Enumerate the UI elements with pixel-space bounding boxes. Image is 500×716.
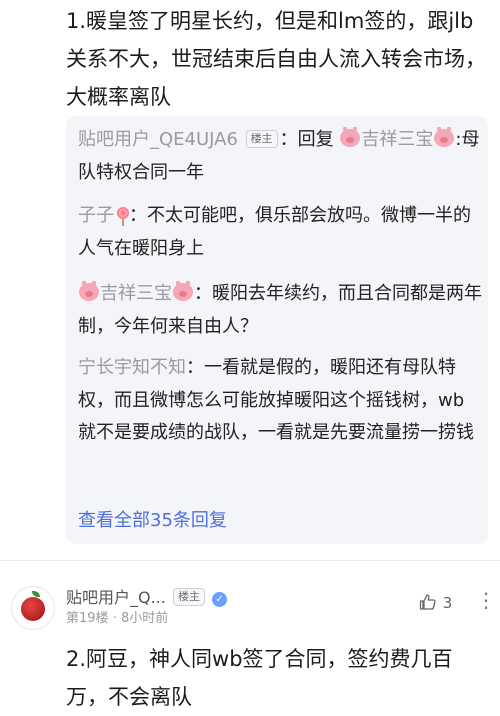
divider bbox=[0, 560, 500, 561]
pig-emoji-icon bbox=[434, 127, 455, 147]
reply-username[interactable]: 子子 bbox=[78, 205, 114, 226]
reply-username[interactable]: 宁长宇知不知 bbox=[78, 357, 186, 378]
reply-item: 贴吧用户_QE4UJA6 楼主 ：回复 吉祥三宝:母队特权合同一年 bbox=[78, 124, 482, 189]
more-options-button[interactable]: ⋮ bbox=[476, 588, 496, 612]
reply-text: ：不太可能吧，俱乐部会放吗。微博一半的人气在暖阳身上 bbox=[78, 205, 471, 259]
pig-emoji-icon bbox=[173, 281, 193, 301]
reply-connector: ：回复 bbox=[279, 129, 334, 150]
reply-item: 子子 ：不太可能吧，俱乐部会放吗。微博一半的人气在暖阳身上 bbox=[78, 200, 482, 265]
verified-badge-icon: ✓ bbox=[212, 592, 228, 607]
comment-meta: 第19楼 · 8小时前 bbox=[66, 607, 168, 626]
avatar[interactable] bbox=[11, 586, 55, 630]
post-text: 1.暖皇签了明星长约，但是和lm签的，跟jlb关系不大，世冠结束后自由人流入转会… bbox=[66, 9, 486, 109]
reply-target-username[interactable]: 吉祥三宝 bbox=[361, 129, 433, 150]
lollipop-emoji-icon bbox=[117, 207, 129, 226]
reply-item: 宁长宇知不知：一看就是假的，暖阳还有母队特权，而且微博怎么可能放掉暖阳这个摇钱树… bbox=[78, 352, 482, 450]
pig-emoji-icon bbox=[79, 281, 99, 301]
comment-username[interactable]: 贴吧用户_Q... bbox=[66, 588, 166, 607]
post-time: 8小时前 bbox=[120, 611, 169, 626]
comment-text: 2.阿豆，神人同wb签了合同，签约费几百万，不会离队 bbox=[66, 647, 453, 709]
more-vertical-icon: ⋮ bbox=[476, 588, 496, 612]
view-all-replies-link[interactable]: 查看全部35条回复 bbox=[78, 506, 227, 532]
reply-item: 吉祥三宝 ：暖阳去年续约，而且合同都是两年制，今年何来自由人？ bbox=[78, 278, 482, 343]
like-button[interactable]: 3 bbox=[418, 592, 452, 612]
op-badge: 楼主 bbox=[245, 130, 278, 148]
reply-username[interactable]: 贴吧用户_QE4UJA6 bbox=[78, 129, 238, 150]
meta-separator: · bbox=[112, 611, 117, 626]
apple-avatar-image bbox=[21, 597, 45, 621]
comment-header: 贴吧用户_Q... 楼主 ✓ bbox=[66, 584, 228, 608]
reply-username[interactable]: 吉祥三宝 bbox=[100, 283, 172, 304]
floor-number: 第19楼 bbox=[66, 611, 109, 626]
op-badge: 楼主 bbox=[172, 588, 205, 606]
thumbs-up-icon bbox=[419, 594, 436, 610]
pig-emoji-icon bbox=[340, 127, 361, 147]
like-count: 3 bbox=[442, 594, 453, 612]
